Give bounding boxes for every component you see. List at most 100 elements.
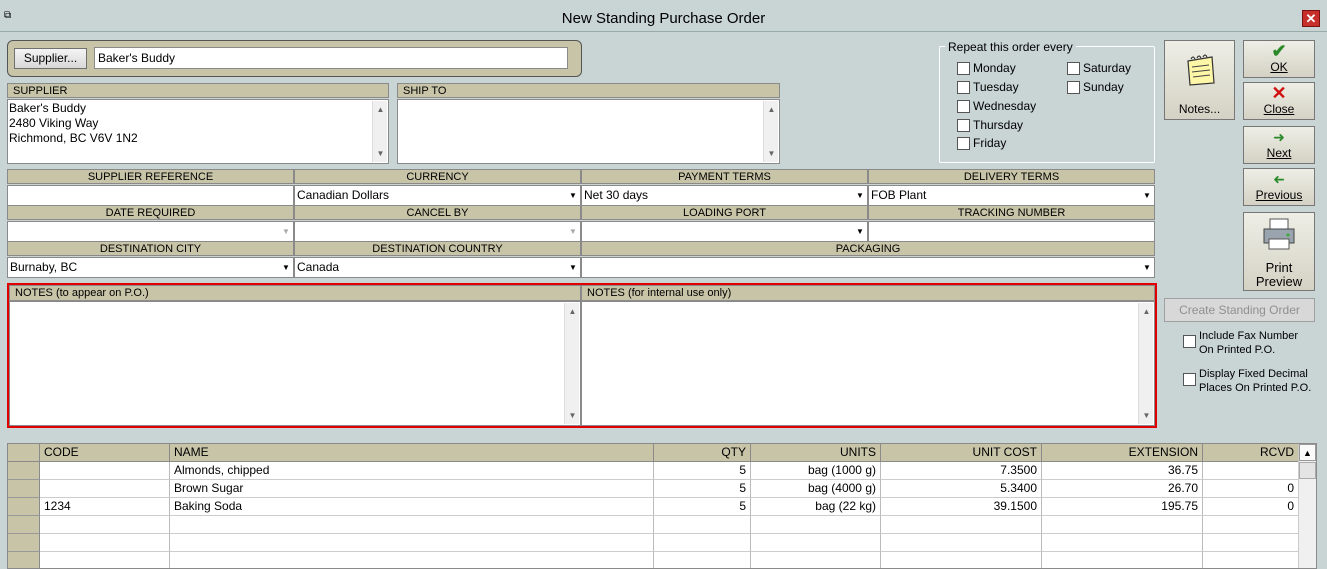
cell-units[interactable] [751, 552, 881, 568]
table-row[interactable] [8, 534, 1316, 552]
chevron-down-icon[interactable]: ▼ [566, 222, 580, 241]
cell-units[interactable] [751, 534, 881, 552]
po-notes-textarea[interactable]: ▲ ▼ [9, 301, 581, 426]
cell-units[interactable] [751, 516, 881, 534]
thursday-checkbox[interactable] [957, 119, 970, 132]
monday-checkbox[interactable] [957, 62, 970, 75]
window-close-button[interactable]: ✕ [1302, 10, 1320, 27]
scroll-down-icon[interactable]: ▼ [1139, 408, 1154, 423]
cell-units[interactable]: bag (22 kg) [751, 498, 881, 516]
supplier-address-box[interactable]: Baker's Buddy 2480 Viking Way Richmond, … [7, 99, 389, 164]
supplier-button[interactable]: Supplier... [14, 48, 87, 69]
sunday-checkbox[interactable] [1067, 81, 1080, 94]
row-selector[interactable] [8, 480, 40, 498]
date-required-field[interactable]: ▼ [7, 221, 294, 242]
tuesday-checkbox[interactable] [957, 81, 970, 94]
cell-unit-cost[interactable]: 39.1500 [881, 498, 1042, 516]
column-header-code[interactable]: CODE [40, 444, 170, 462]
destination-country-dropdown[interactable]: Canada ▼ [294, 257, 581, 278]
row-selector[interactable] [8, 498, 40, 516]
row-selector[interactable] [8, 462, 40, 480]
ok-button[interactable]: ✔ OK [1243, 40, 1315, 78]
address-scrollbar[interactable]: ▲ ▼ [372, 101, 387, 162]
window-menu-icon[interactable]: ⧉ [4, 11, 16, 21]
cell-name[interactable] [170, 534, 654, 552]
column-header-qty[interactable]: QTY [654, 444, 751, 462]
loading-port-dropdown[interactable]: ▼ [581, 221, 868, 242]
ship-to-scrollbar[interactable]: ▲ ▼ [763, 101, 778, 162]
scroll-down-icon[interactable]: ▼ [764, 146, 779, 161]
cell-extension[interactable] [1042, 516, 1203, 534]
scroll-up-icon[interactable]: ▲ [373, 102, 388, 117]
cell-qty[interactable] [654, 552, 751, 568]
cell-rcvd[interactable] [1203, 462, 1299, 480]
cell-name[interactable] [170, 552, 654, 568]
cell-unit-cost[interactable]: 5.3400 [881, 480, 1042, 498]
chevron-down-icon[interactable]: ▼ [853, 186, 867, 205]
cell-code[interactable] [40, 534, 170, 552]
cell-name[interactable] [170, 516, 654, 534]
close-button[interactable]: ✕ Close [1243, 82, 1315, 120]
row-selector[interactable] [8, 534, 40, 552]
supplier-name-input[interactable]: Baker's Buddy [94, 47, 568, 69]
friday-checkbox[interactable] [957, 137, 970, 150]
destination-city-dropdown[interactable]: Burnaby, BC ▼ [7, 257, 294, 278]
cancel-by-field[interactable]: ▼ [294, 221, 581, 242]
cell-rcvd[interactable]: 0 [1203, 498, 1299, 516]
chevron-down-icon[interactable]: ▼ [279, 222, 293, 241]
cell-unit-cost[interactable] [881, 552, 1042, 568]
notes-button[interactable]: Notes... [1164, 40, 1235, 120]
ship-to-box[interactable]: ▲ ▼ [397, 99, 780, 164]
cell-extension[interactable] [1042, 552, 1203, 568]
cell-code[interactable]: 1234 [40, 498, 170, 516]
column-header-extension[interactable]: EXTENSION [1042, 444, 1203, 462]
column-header-units[interactable]: UNITS [751, 444, 881, 462]
table-row[interactable] [8, 516, 1316, 534]
cell-rcvd[interactable] [1203, 534, 1299, 552]
cell-qty[interactable]: 5 [654, 498, 751, 516]
table-row[interactable]: Brown Sugar 5 bag (4000 g) 5.3400 26.70 0 [8, 480, 1316, 498]
print-preview-button[interactable]: Print Preview [1243, 212, 1315, 291]
cell-qty[interactable]: 5 [654, 462, 751, 480]
cell-qty[interactable] [654, 534, 751, 552]
cell-units[interactable]: bag (4000 g) [751, 480, 881, 498]
chevron-down-icon[interactable]: ▼ [1140, 258, 1154, 277]
row-selector[interactable] [8, 516, 40, 534]
cell-name[interactable]: Baking Soda [170, 498, 654, 516]
supplier-reference-field[interactable] [7, 185, 294, 206]
cell-rcvd[interactable] [1203, 516, 1299, 534]
table-row[interactable] [8, 552, 1316, 568]
previous-button[interactable]: ➜ Previous [1243, 168, 1315, 206]
cell-extension[interactable]: 195.75 [1042, 498, 1203, 516]
scroll-up-icon[interactable]: ▲ [1139, 304, 1154, 319]
scroll-thumb[interactable] [1299, 462, 1316, 479]
cell-rcvd[interactable]: 0 [1203, 480, 1299, 498]
cell-unit-cost[interactable] [881, 516, 1042, 534]
cell-extension[interactable] [1042, 534, 1203, 552]
scroll-up-icon[interactable]: ▲ [1299, 444, 1316, 461]
column-header-name[interactable]: NAME [170, 444, 654, 462]
delivery-terms-dropdown[interactable]: FOB Plant ▼ [868, 185, 1155, 206]
internal-notes-textarea[interactable]: ▲ ▼ [581, 301, 1155, 426]
scroll-down-icon[interactable]: ▼ [373, 146, 388, 161]
wednesday-checkbox[interactable] [957, 100, 970, 113]
saturday-checkbox[interactable] [1067, 62, 1080, 75]
cell-rcvd[interactable] [1203, 552, 1299, 568]
payment-terms-dropdown[interactable]: Net 30 days ▼ [581, 185, 868, 206]
next-button[interactable]: ➜ Next [1243, 126, 1315, 164]
column-header-unit-cost[interactable]: UNIT COST [881, 444, 1042, 462]
include-fax-checkbox[interactable] [1183, 335, 1196, 348]
scroll-down-icon[interactable]: ▼ [565, 408, 580, 423]
cell-code[interactable] [40, 480, 170, 498]
cell-code[interactable] [40, 552, 170, 568]
cell-code[interactable] [40, 462, 170, 480]
chevron-down-icon[interactable]: ▼ [566, 258, 580, 277]
create-standing-order-button[interactable]: Create Standing Order [1164, 298, 1315, 322]
grid-scrollbar[interactable]: ▲ [1298, 444, 1316, 568]
cell-unit-cost[interactable] [881, 534, 1042, 552]
tracking-number-field[interactable] [868, 221, 1155, 242]
table-row[interactable]: Almonds, chipped 5 bag (1000 g) 7.3500 36.75 [8, 462, 1316, 480]
cell-code[interactable] [40, 516, 170, 534]
po-notes-scrollbar[interactable]: ▲ ▼ [564, 303, 579, 424]
cell-units[interactable]: bag (1000 g) [751, 462, 881, 480]
